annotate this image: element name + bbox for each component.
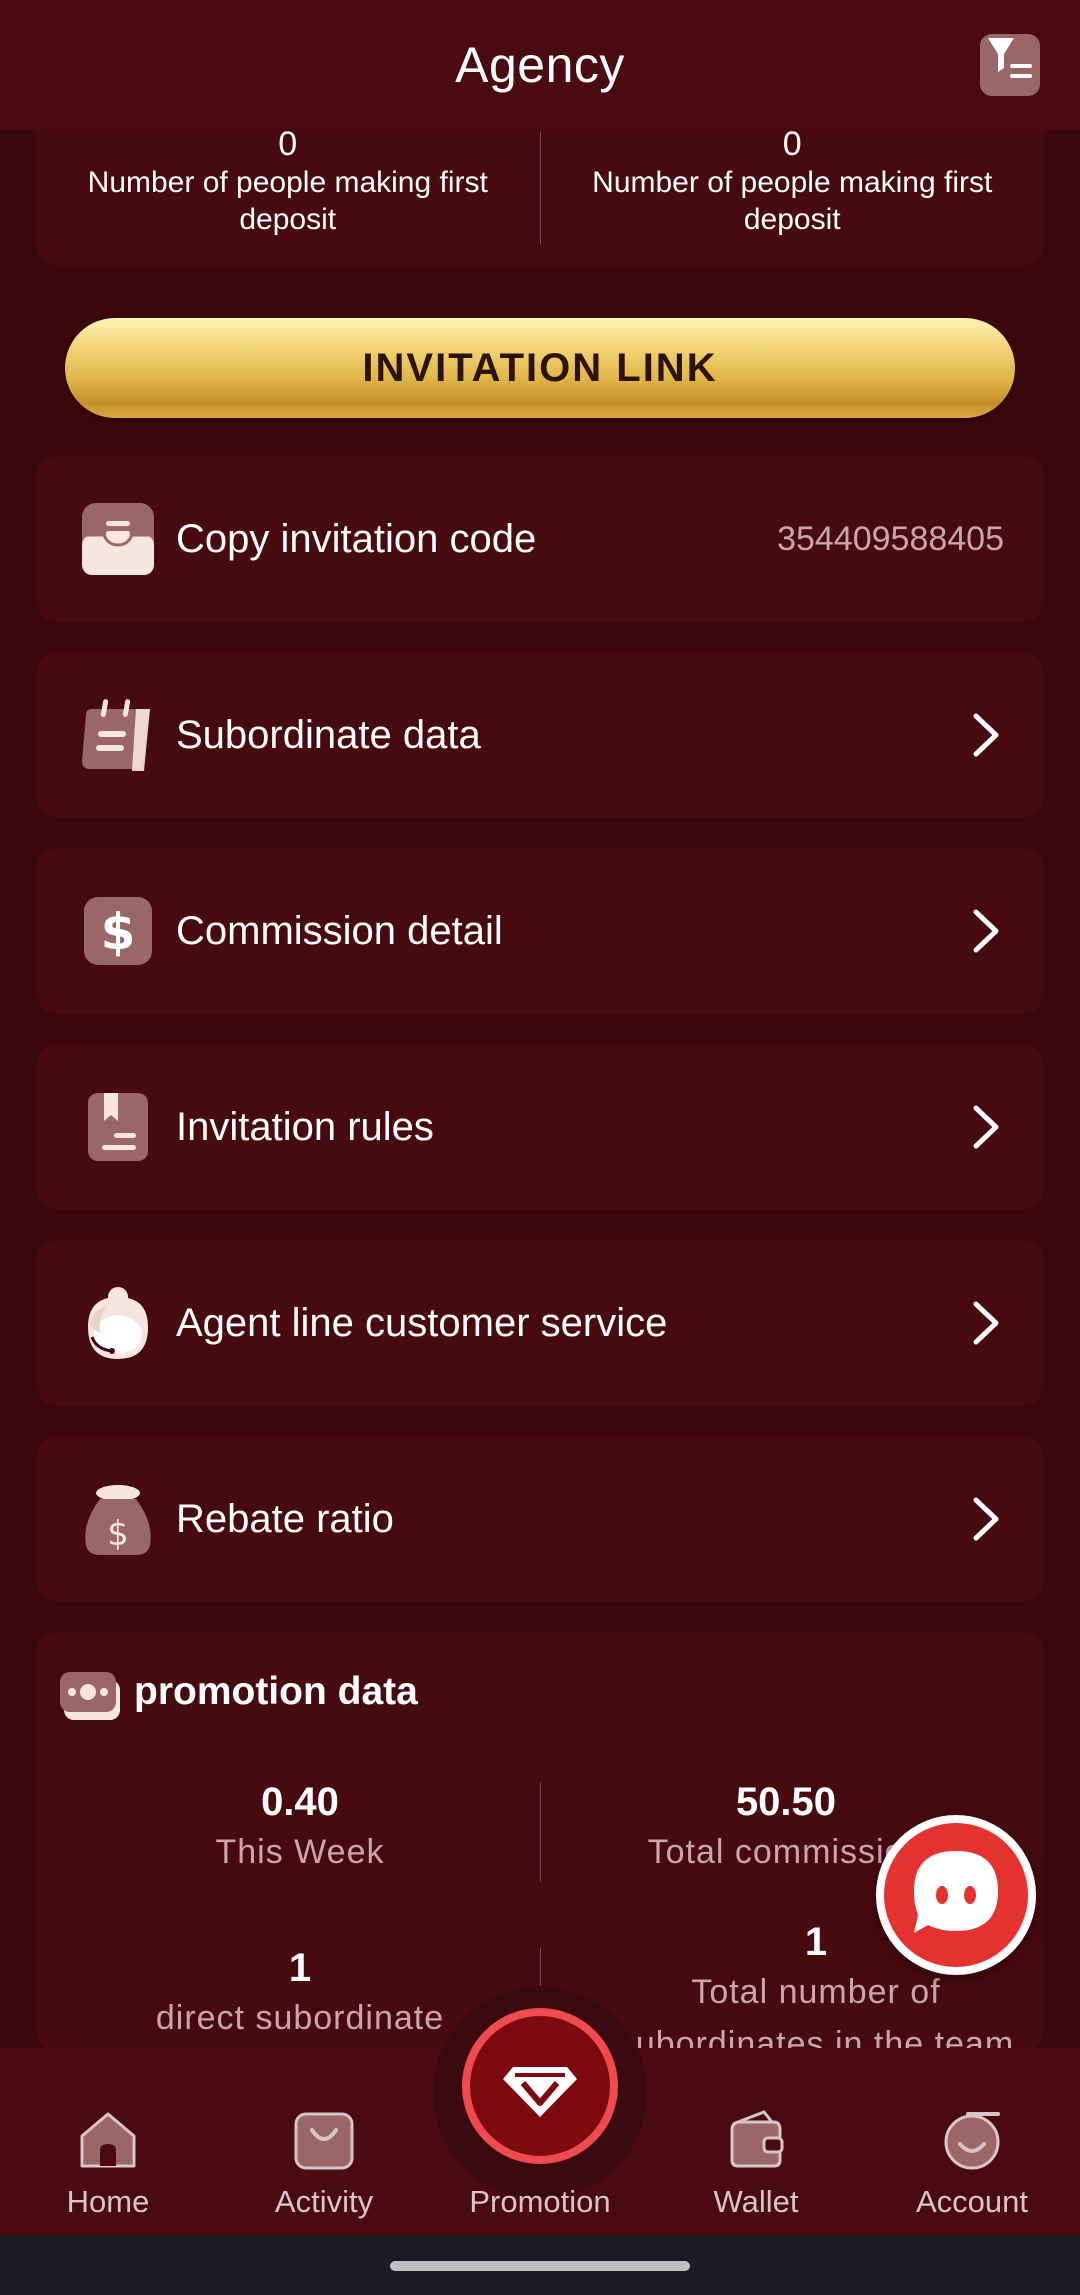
stat-label: Number of people making first deposit bbox=[592, 166, 993, 236]
chevron-right-icon bbox=[966, 1298, 1006, 1348]
chevron-right-icon bbox=[966, 1494, 1006, 1544]
row-label: Agent line customer service bbox=[176, 1300, 668, 1345]
stat-value: 0 bbox=[278, 125, 298, 163]
stat-label: This Week bbox=[215, 1833, 385, 1871]
copy-invitation-code-row[interactable]: Copy invitation code 354409588405 bbox=[36, 456, 1044, 622]
agent-customer-service-row[interactable]: Agent line customer service bbox=[36, 1240, 1044, 1406]
chevron-right-icon bbox=[966, 906, 1006, 956]
nav-label: Wallet bbox=[713, 2184, 799, 2219]
nav-account[interactable]: Account bbox=[864, 2048, 1080, 2235]
stat-value: 1 bbox=[288, 1946, 312, 1990]
row-label: Copy invitation code bbox=[176, 516, 537, 561]
nav-label: Promotion bbox=[469, 2184, 611, 2219]
rebate-ratio-row[interactable]: $ Rebate ratio bbox=[36, 1436, 1044, 1602]
row-label: Subordinate data bbox=[176, 712, 481, 757]
chevron-right-icon bbox=[966, 1102, 1006, 1152]
stat-divider bbox=[540, 1782, 541, 1882]
row-label: Rebate ratio bbox=[176, 1496, 394, 1541]
chat-support-button[interactable] bbox=[876, 1815, 1036, 1975]
row-label: Commission detail bbox=[176, 908, 503, 953]
gift-bag-icon bbox=[292, 2108, 356, 2172]
filter-list-icon[interactable] bbox=[980, 34, 1040, 96]
bottom-navigation: Home Activity Promotion Wallet Account bbox=[0, 1986, 1080, 2235]
home-gesture-handle[interactable] bbox=[390, 2261, 690, 2271]
nav-promotion-button[interactable] bbox=[462, 2008, 618, 2164]
svg-text:$: $ bbox=[101, 903, 136, 961]
money-bag-icon: $ bbox=[78, 1479, 158, 1559]
nav-home[interactable]: Home bbox=[0, 2048, 216, 2235]
stat-this-week: 0.40 This Week bbox=[60, 1778, 540, 1878]
calendar-icon bbox=[78, 695, 158, 775]
bookmark-doc-icon bbox=[78, 1087, 158, 1167]
system-navigation-bar bbox=[0, 2235, 1080, 2295]
page-title: Agency bbox=[455, 37, 625, 93]
commission-detail-row[interactable]: $ Commission detail bbox=[36, 848, 1044, 1014]
dollar-icon: $ bbox=[78, 891, 158, 971]
stat-value: 0.40 bbox=[261, 1780, 339, 1824]
nav-label: Activity bbox=[274, 2184, 374, 2219]
svg-text:$: $ bbox=[107, 1514, 129, 1554]
tray-icon bbox=[78, 499, 158, 579]
app-header: Agency bbox=[0, 0, 1080, 130]
invitation-code-value: 354409588405 bbox=[777, 519, 1004, 558]
home-icon bbox=[76, 2108, 140, 2172]
nav-wallet[interactable]: Wallet bbox=[648, 2048, 864, 2235]
chevron-right-icon bbox=[966, 710, 1006, 760]
agent-headset-icon bbox=[78, 1283, 158, 1363]
promotion-data-title: promotion data bbox=[134, 1670, 418, 1713]
invitation-link-button[interactable]: INVITATION LINK bbox=[65, 318, 1015, 418]
account-icon bbox=[940, 2108, 1004, 2172]
nav-activity[interactable]: Activity bbox=[216, 2048, 432, 2235]
diamond-icon bbox=[503, 2067, 577, 2117]
cash-icon bbox=[60, 1670, 120, 1722]
wallet-icon bbox=[724, 2108, 788, 2172]
subordinate-data-row[interactable]: Subordinate data bbox=[36, 652, 1044, 818]
nav-label: Home bbox=[66, 2184, 150, 2219]
stat-value: 0 bbox=[782, 125, 802, 163]
row-label: Invitation rules bbox=[176, 1104, 434, 1149]
nav-label: Account bbox=[915, 2184, 1028, 2219]
stat-label: Number of people making first deposit bbox=[87, 166, 488, 236]
invitation-rules-row[interactable]: Invitation rules bbox=[36, 1044, 1044, 1210]
